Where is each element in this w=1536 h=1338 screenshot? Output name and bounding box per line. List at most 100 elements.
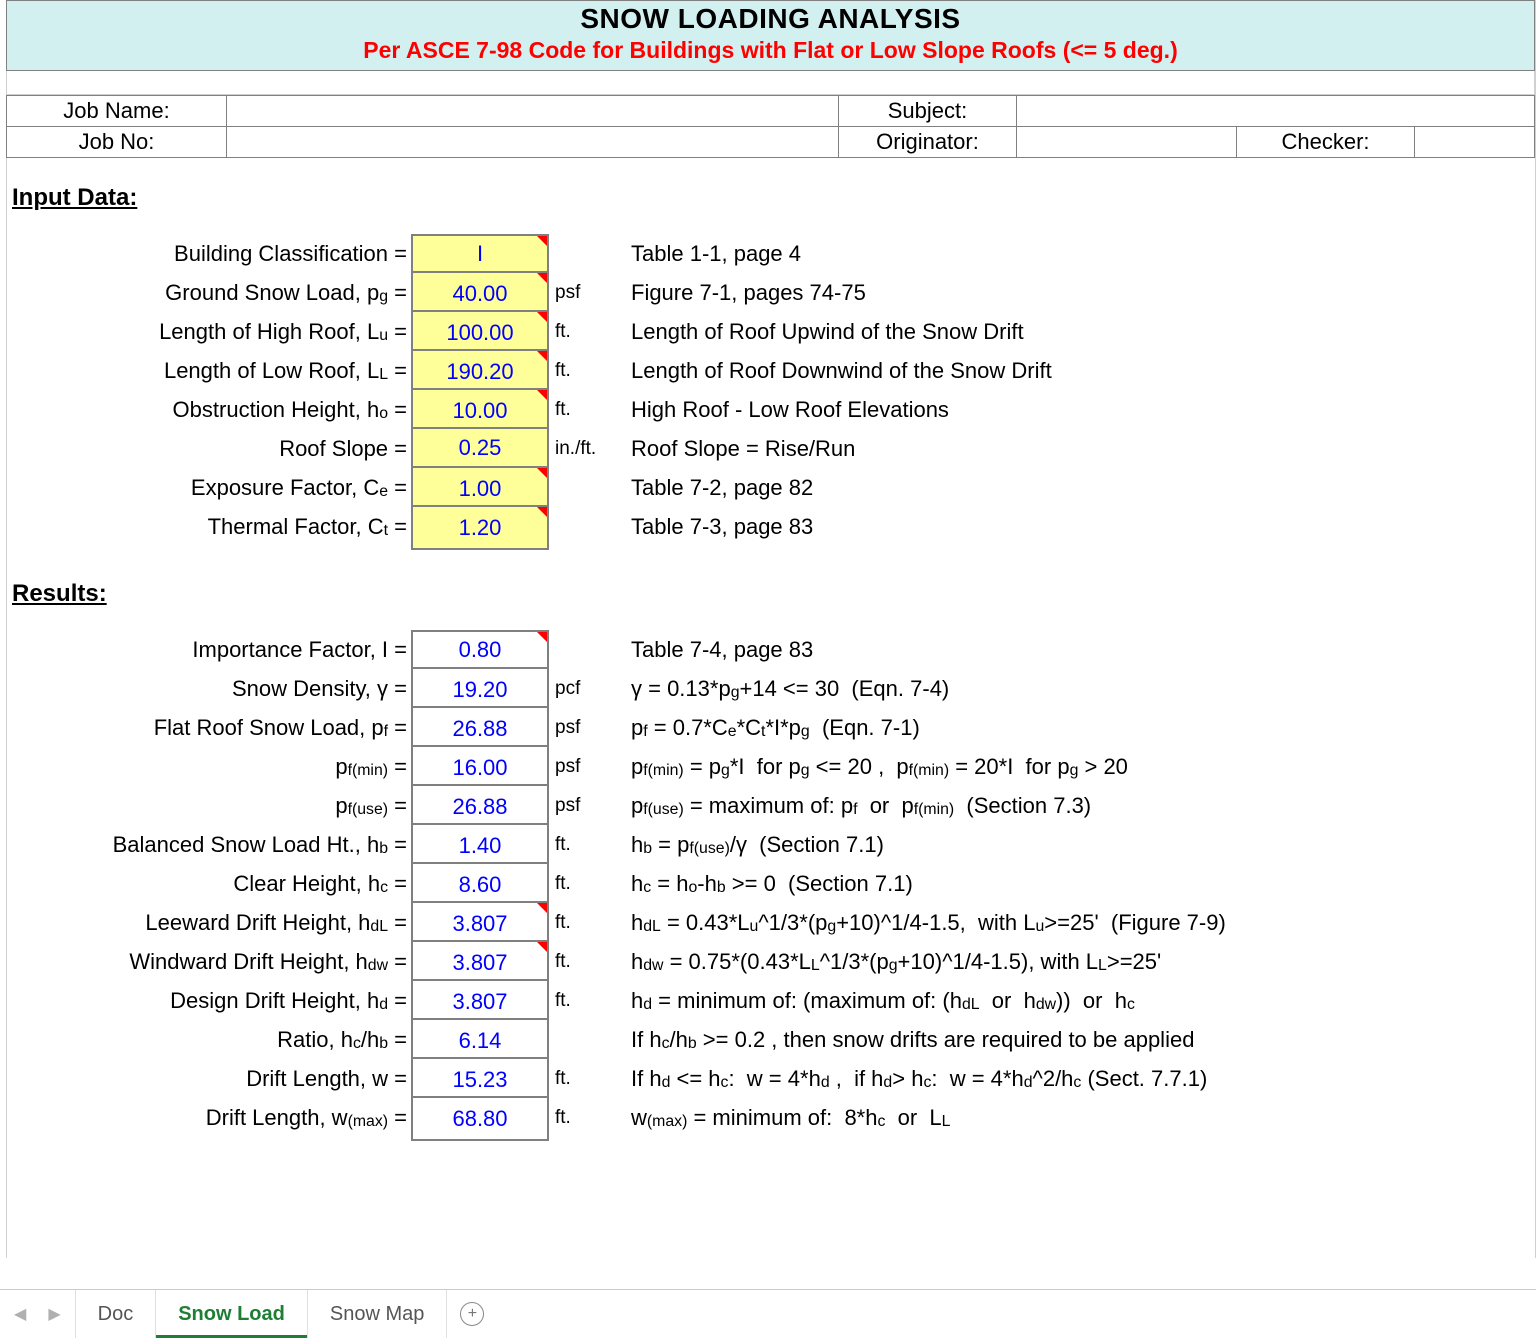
originator-label: Originator: bbox=[839, 127, 1017, 158]
tab-nav-buttons: ◀ ▶ bbox=[0, 1290, 76, 1338]
subject-field[interactable] bbox=[1017, 96, 1535, 127]
row-note: Length of Roof Upwind of the Snow Drift bbox=[627, 312, 1531, 355]
job-name-field[interactable] bbox=[227, 96, 839, 127]
row-note: hd = minimum of: (maximum of: (hdL or hd… bbox=[627, 981, 1531, 1024]
row-label: Thermal Factor, Ct = bbox=[6, 507, 411, 550]
row-note: Table 1-1, page 4 bbox=[627, 234, 1531, 273]
result-row: Leeward Drift Height, hdL =3.807ft.hdL =… bbox=[6, 903, 1531, 942]
row-unit: ft. bbox=[549, 390, 627, 433]
page-subtitle: Per ASCE 7-98 Code for Buildings with Fl… bbox=[7, 37, 1534, 64]
row-note: hdw = 0.75*(0.43*LL^1/3*(pg+10)^1/4-1.5)… bbox=[627, 942, 1531, 985]
spacer-row bbox=[6, 71, 1535, 95]
row-note: pf(use) = maximum of: pf or pf(min) (Sec… bbox=[627, 786, 1531, 829]
row-unit: ft. bbox=[549, 351, 627, 394]
result-row: Drift Length, w(max) =68.80ft.w(max) = m… bbox=[6, 1098, 1531, 1137]
row-note: Table 7-4, page 83 bbox=[627, 630, 1531, 669]
row-unit: ft. bbox=[549, 1098, 627, 1141]
input-row: Exposure Factor, Ce =1.00Table 7-2, page… bbox=[6, 468, 1531, 507]
row-note: hc = ho-hb >= 0 (Section 7.1) bbox=[627, 864, 1531, 907]
row-label: Roof Slope = bbox=[6, 429, 411, 468]
result-row: Ratio, hc/hb =6.14If hc/hb >= 0.2 , then… bbox=[6, 1020, 1531, 1059]
row-unit bbox=[549, 507, 627, 550]
row-note: High Roof - Low Roof Elevations bbox=[627, 390, 1531, 433]
row-label: Snow Density, γ = bbox=[6, 669, 411, 712]
input-cell[interactable]: I bbox=[411, 234, 549, 273]
input-rows: Building Classification =I Table 1-1, pag… bbox=[6, 234, 1531, 546]
row-note: If hd <= hc: w = 4*hd , if hd> hc: w = 4… bbox=[627, 1059, 1531, 1102]
result-row: pf(min) =16.00psfpf(min) = pg*I for pg <… bbox=[6, 747, 1531, 786]
row-unit bbox=[549, 630, 627, 669]
sheet-tab[interactable]: Snow Load bbox=[156, 1290, 308, 1338]
row-unit: psf bbox=[549, 747, 627, 790]
row-note: Roof Slope = Rise/Run bbox=[627, 429, 1531, 468]
row-note: Figure 7-1, pages 74-75 bbox=[627, 273, 1531, 316]
result-row: pf(use) =26.88psfpf(use) = maximum of: p… bbox=[6, 786, 1531, 825]
sheet-tab[interactable]: Snow Map bbox=[308, 1290, 448, 1338]
sheet-tab-bar: ◀ ▶ DocSnow LoadSnow Map + bbox=[0, 1289, 1536, 1338]
input-row: Building Classification =I Table 1-1, pag… bbox=[6, 234, 1531, 273]
job-header-table: Job Name: Subject: Job No: Originator: C… bbox=[6, 95, 1535, 158]
result-cell: 68.80 bbox=[411, 1096, 549, 1141]
add-sheet-button[interactable]: + bbox=[447, 1290, 497, 1338]
input-row: Thermal Factor, Ct =1.20Table 7-3, page … bbox=[6, 507, 1531, 546]
row-unit: psf bbox=[549, 273, 627, 316]
input-row: Length of High Roof, Lu =100.00ft.Length… bbox=[6, 312, 1531, 351]
result-row: Balanced Snow Load Ht., hb =1.40ft.hb = … bbox=[6, 825, 1531, 864]
input-cell[interactable]: 1.20 bbox=[411, 505, 549, 550]
plus-icon: + bbox=[460, 1302, 484, 1326]
row-label: Exposure Factor, Ce = bbox=[6, 468, 411, 511]
row-unit bbox=[549, 1020, 627, 1063]
originator-field[interactable] bbox=[1017, 127, 1237, 158]
input-row: Roof Slope =0.25in./ft.Roof Slope = Rise… bbox=[6, 429, 1531, 468]
job-no-field[interactable] bbox=[227, 127, 839, 158]
tab-list: DocSnow LoadSnow Map bbox=[76, 1290, 448, 1338]
job-no-label: Job No: bbox=[7, 127, 227, 158]
result-row: Snow Density, γ =19.20pcfγ = 0.13*pg+14 … bbox=[6, 669, 1531, 708]
title-banner: SNOW LOADING ANALYSIS Per ASCE 7-98 Code… bbox=[6, 0, 1535, 71]
row-label: Drift Length, w = bbox=[6, 1059, 411, 1102]
row-note: If hc/hb >= 0.2 , then snow drifts are r… bbox=[627, 1020, 1531, 1063]
row-unit bbox=[549, 234, 627, 273]
checker-field[interactable] bbox=[1415, 127, 1535, 158]
row-note: hb = pf(use)/γ (Section 7.1) bbox=[627, 825, 1531, 868]
row-note: w(max) = minimum of: 8*hc or LL bbox=[627, 1098, 1531, 1141]
result-row: Clear Height, hc =8.60ft.hc = ho-hb >= 0… bbox=[6, 864, 1531, 903]
row-note: pf(min) = pg*I for pg <= 20 , pf(min) = … bbox=[627, 747, 1531, 790]
row-unit: ft. bbox=[549, 981, 627, 1024]
input-row: Length of Low Roof, LL =190.20ft.Length … bbox=[6, 351, 1531, 390]
job-name-label: Job Name: bbox=[7, 96, 227, 127]
row-label: Drift Length, w(max) = bbox=[6, 1098, 411, 1141]
row-label: pf(use) = bbox=[6, 786, 411, 829]
result-cell: 0.80 bbox=[411, 630, 549, 669]
row-unit: ft. bbox=[549, 825, 627, 868]
row-label: Ratio, hc/hb = bbox=[6, 1020, 411, 1063]
row-label: Obstruction Height, ho = bbox=[6, 390, 411, 433]
row-unit: in./ft. bbox=[549, 429, 627, 468]
row-label: Length of High Roof, Lu = bbox=[6, 312, 411, 355]
tab-next-icon[interactable]: ▶ bbox=[48, 1304, 60, 1324]
row-unit: psf bbox=[549, 786, 627, 829]
result-row: Windward Drift Height, hdw =3.807ft.hdw … bbox=[6, 942, 1531, 981]
row-unit: ft. bbox=[549, 942, 627, 985]
row-label: Flat Roof Snow Load, pf = bbox=[6, 708, 411, 751]
row-label: Balanced Snow Load Ht., hb = bbox=[6, 825, 411, 868]
row-note: Table 7-3, page 83 bbox=[627, 507, 1531, 550]
checker-label: Checker: bbox=[1237, 127, 1415, 158]
row-label: Building Classification = bbox=[6, 234, 411, 273]
row-note: hdL = 0.43*Lu^1/3*(pg+10)^1/4-1.5, with … bbox=[627, 903, 1531, 946]
row-label: Design Drift Height, hd = bbox=[6, 981, 411, 1024]
result-rows: Importance Factor, I =0.80Table 7-4, pag… bbox=[6, 630, 1531, 1137]
row-note: γ = 0.13*pg+14 <= 30 (Eqn. 7-4) bbox=[627, 669, 1531, 712]
row-label: Length of Low Roof, LL = bbox=[6, 351, 411, 394]
input-cell[interactable]: 0.25 bbox=[411, 427, 549, 468]
tab-prev-icon[interactable]: ◀ bbox=[14, 1304, 26, 1324]
row-unit bbox=[549, 468, 627, 511]
subject-label: Subject: bbox=[839, 96, 1017, 127]
row-label: Ground Snow Load, pg = bbox=[6, 273, 411, 316]
result-row: Importance Factor, I =0.80Table 7-4, pag… bbox=[6, 630, 1531, 669]
input-row: Ground Snow Load, pg =40.00psfFigure 7-1… bbox=[6, 273, 1531, 312]
input-heading: Input Data: bbox=[12, 184, 1531, 212]
result-row: Design Drift Height, hd =3.807ft.hd = mi… bbox=[6, 981, 1531, 1020]
sheet-tab[interactable]: Doc bbox=[76, 1290, 157, 1338]
input-row: Obstruction Height, ho =10.00ft.High Roo… bbox=[6, 390, 1531, 429]
